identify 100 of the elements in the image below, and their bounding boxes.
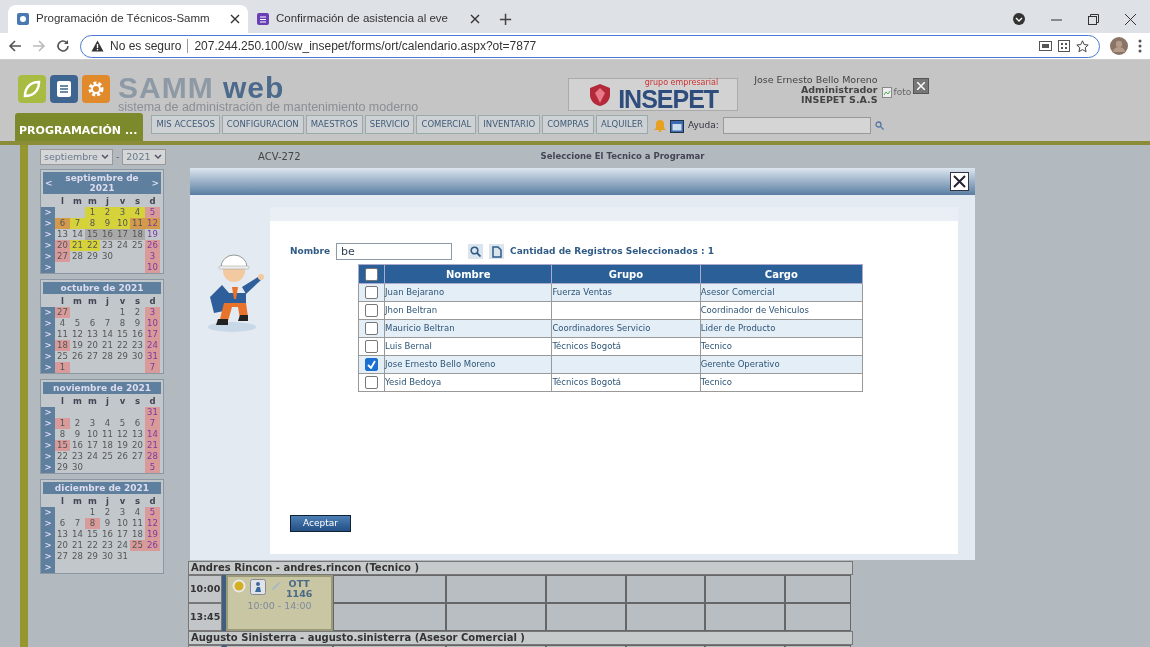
calendar-day[interactable]: 30 <box>130 351 145 363</box>
calendar-day[interactable]: 6 <box>55 518 70 530</box>
week-link[interactable]: > <box>41 229 55 241</box>
calendar-day[interactable]: 5 <box>145 462 160 474</box>
calendar-day[interactable]: 29 <box>85 251 100 263</box>
menu-item[interactable]: COMPRAS <box>542 115 594 134</box>
calendar-day[interactable]: 6 <box>85 318 100 330</box>
week-link[interactable]: > <box>41 551 55 563</box>
month-select[interactable]: septiembre <box>40 149 113 166</box>
row-checkbox[interactable] <box>365 358 378 371</box>
next-month-link[interactable]: > <box>151 178 159 189</box>
calendar-day[interactable]: 31 <box>145 407 160 419</box>
previous-month-link[interactable]: < <box>45 178 53 189</box>
calendar-day[interactable]: 1 <box>55 362 70 374</box>
calendar-day[interactable]: 15 <box>55 440 70 452</box>
calendar-day[interactable]: 27 <box>130 451 145 463</box>
calendar-day[interactable]: 8 <box>115 318 130 330</box>
calendar-day[interactable]: 13 <box>85 329 100 341</box>
menu-item[interactable]: INVENTARIO <box>478 115 541 134</box>
calendar-day[interactable]: 11 <box>100 429 115 441</box>
calendar-day[interactable]: 29 <box>55 462 70 474</box>
calendar-day[interactable]: 18 <box>55 340 70 352</box>
calendar-day[interactable]: 24 <box>85 451 100 463</box>
week-link[interactable]: > <box>41 407 55 419</box>
calendar-day[interactable]: 16 <box>70 440 85 452</box>
search-icon[interactable] <box>874 121 884 130</box>
calendar-day[interactable]: 2 <box>130 307 145 319</box>
week-link[interactable]: > <box>41 518 55 530</box>
calendar-day[interactable]: 12 <box>70 329 85 341</box>
calendar-day[interactable]: 10 <box>85 429 100 441</box>
browser-tab[interactable]: Confirmación de asistencia al eve <box>248 5 488 33</box>
calendar-day[interactable]: 17 <box>85 440 100 452</box>
calendar-day[interactable]: 17 <box>115 529 130 541</box>
calendar-day[interactable]: 10 <box>145 318 160 330</box>
technician-icon[interactable] <box>250 579 266 595</box>
week-link[interactable]: > <box>41 451 55 463</box>
calendar-day[interactable]: 5 <box>145 507 160 519</box>
column-header[interactable]: Cargo <box>700 264 863 284</box>
calendar-day[interactable]: 8 <box>55 429 70 441</box>
week-link[interactable]: > <box>41 440 55 452</box>
avatar-icon[interactable] <box>1110 37 1128 55</box>
calendar-day[interactable]: 25 <box>55 351 70 363</box>
week-link[interactable]: > <box>41 429 55 441</box>
new-tab-button[interactable]: + <box>488 5 524 33</box>
calendar-day[interactable]: 8 <box>85 518 100 530</box>
calendar-day[interactable]: 31 <box>145 351 160 363</box>
calendar-day[interactable]: 14 <box>100 329 115 341</box>
week-link[interactable]: > <box>41 240 55 252</box>
calendar-day[interactable]: 28 <box>145 451 160 463</box>
accept-button[interactable]: Aceptar <box>290 514 351 532</box>
week-link[interactable]: > <box>41 207 55 219</box>
calendar-day[interactable]: 16 <box>100 229 115 241</box>
calendar-day[interactable]: 29 <box>85 551 100 563</box>
calendar-day[interactable]: 31 <box>115 551 130 563</box>
calendar-day[interactable]: 22 <box>115 340 130 352</box>
calendar-day[interactable]: 19 <box>145 529 160 541</box>
clear-button[interactable] <box>489 244 505 259</box>
calendar-day[interactable]: 29 <box>115 351 130 363</box>
calendar-day[interactable]: 5 <box>115 418 130 430</box>
menu-item[interactable]: SERVICIO <box>364 115 415 134</box>
calendar-day[interactable]: 11 <box>55 329 70 341</box>
calendar-day[interactable]: 1 <box>85 207 100 219</box>
profile-dot-icon[interactable] <box>1013 13 1025 25</box>
calendar-day[interactable]: 7 <box>145 418 160 430</box>
reload-icon[interactable] <box>56 39 70 53</box>
schedule-slot[interactable] <box>785 575 851 603</box>
calendar-day[interactable]: 14 <box>70 229 85 241</box>
calendar-day[interactable]: 28 <box>100 351 115 363</box>
calendar-day[interactable]: 7 <box>100 318 115 330</box>
schedule-slot[interactable] <box>546 575 626 603</box>
calendar-day[interactable]: 15 <box>115 329 130 341</box>
close-icon[interactable] <box>1125 13 1136 25</box>
week-link[interactable]: > <box>41 529 55 541</box>
calendar-day[interactable]: 3 <box>85 418 100 430</box>
calendar-day[interactable]: 24 <box>115 540 130 552</box>
schedule-slot[interactable] <box>626 603 705 631</box>
calendar-day[interactable]: 5 <box>145 207 160 219</box>
menu-item[interactable]: COMERCIAL <box>416 115 477 134</box>
event-card[interactable]: OTT 1146 10:00 - 14:00 <box>226 575 333 631</box>
week-link[interactable]: > <box>41 562 55 574</box>
calendar-day[interactable]: 21 <box>70 240 85 252</box>
calendar-day[interactable]: 2 <box>70 418 85 430</box>
calendar-day[interactable]: 2 <box>100 507 115 519</box>
calendar-day[interactable]: 6 <box>130 418 145 430</box>
calendar-day[interactable]: 17 <box>145 329 160 341</box>
close-icon[interactable] <box>230 14 240 24</box>
calendar-day[interactable]: 3 <box>115 507 130 519</box>
calendar-day[interactable]: 19 <box>115 440 130 452</box>
calendar-day[interactable]: 13 <box>130 429 145 441</box>
calendar-day[interactable]: 22 <box>85 540 100 552</box>
schedule-slot[interactable] <box>333 575 446 603</box>
column-header[interactable]: Nombre <box>384 264 552 284</box>
calendar-day[interactable]: 22 <box>55 451 70 463</box>
calendar-day[interactable]: 3 <box>145 307 160 319</box>
calendar-day[interactable]: 23 <box>100 240 115 252</box>
week-link[interactable]: > <box>41 262 55 274</box>
calendar-day[interactable]: 23 <box>130 340 145 352</box>
calendar-day[interactable]: 19 <box>70 340 85 352</box>
calendar-icon[interactable] <box>670 118 684 133</box>
week-link[interactable]: > <box>41 540 55 552</box>
